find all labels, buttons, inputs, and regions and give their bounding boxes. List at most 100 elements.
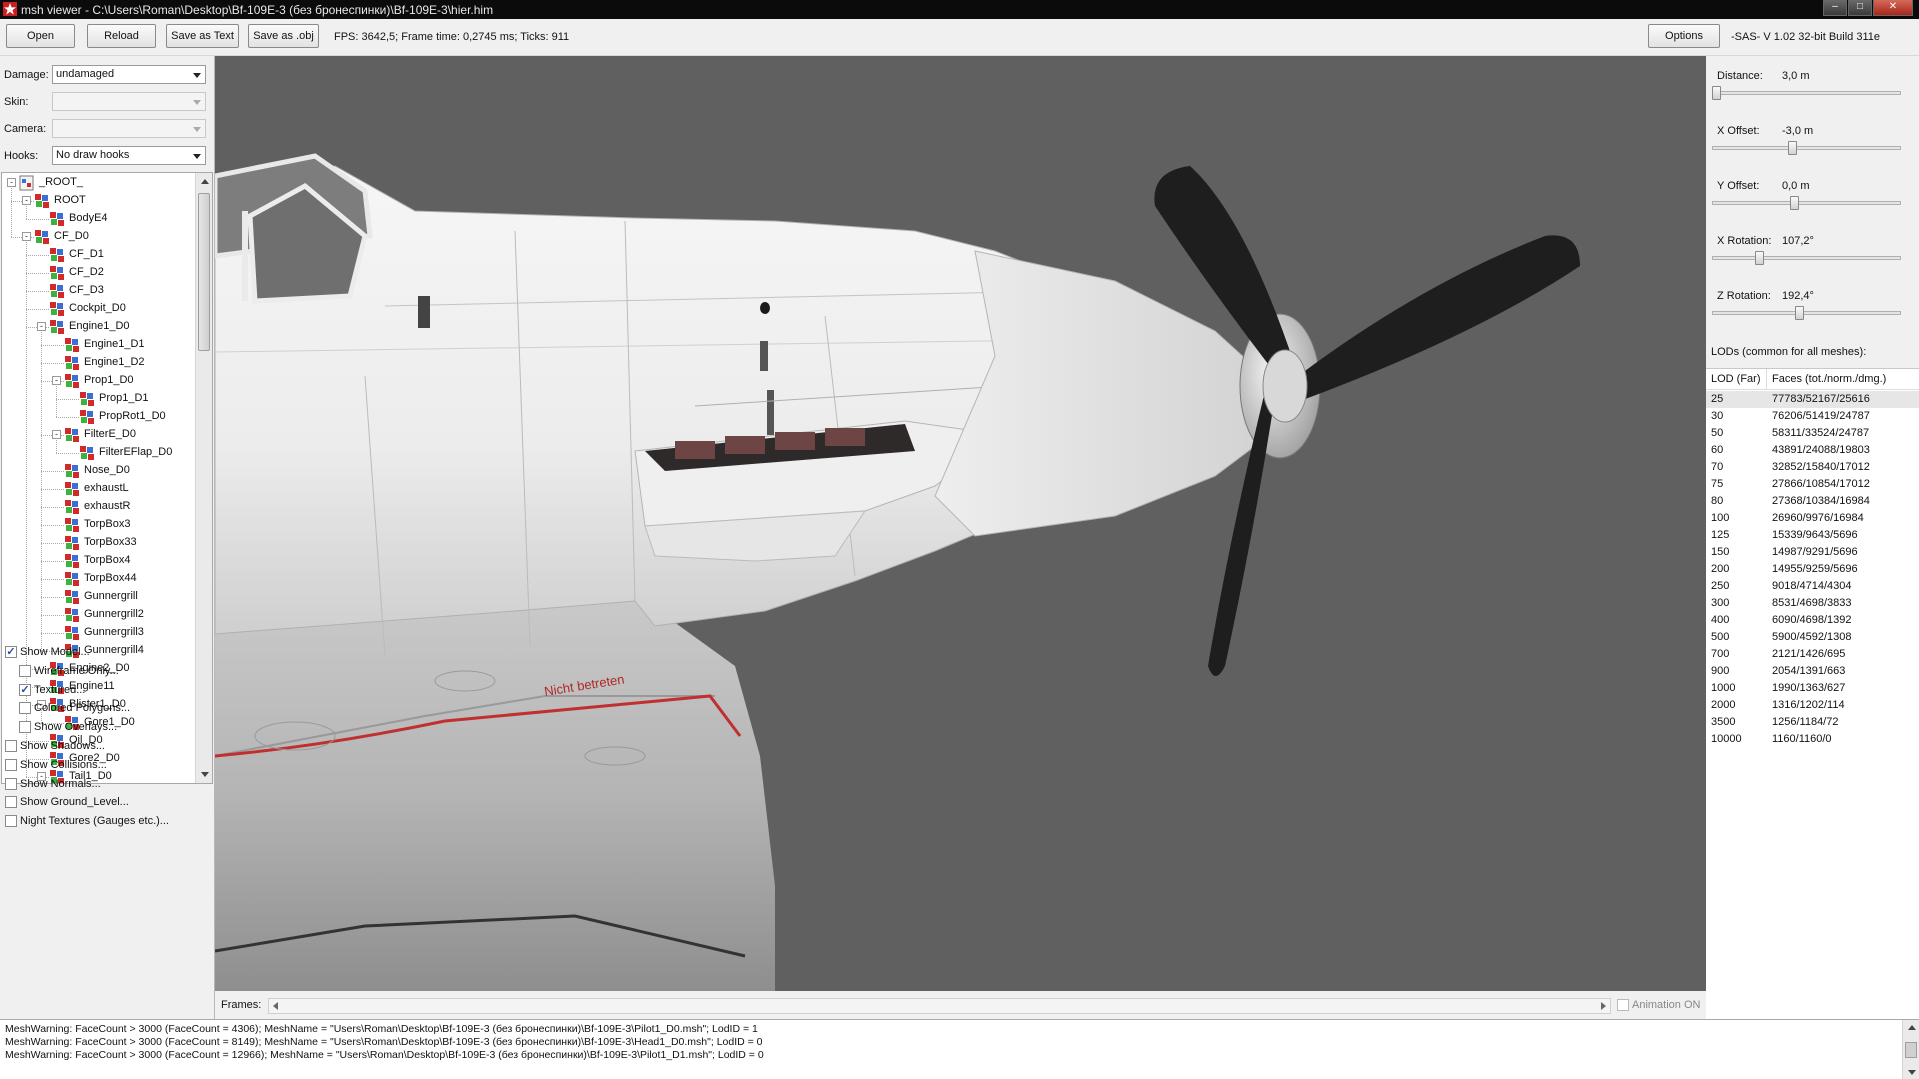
lod-row[interactable]: 700 2121/1426/695 [1706,646,1919,663]
scroll-up-icon[interactable] [201,179,209,184]
scroll-down-icon[interactable] [1908,1070,1916,1075]
lod-row[interactable]: 60 43891/24088/19803 [1706,442,1919,459]
lod-row[interactable]: 500 5900/4592/1308 [1706,629,1919,646]
hooks-label: Hooks: [4,150,39,162]
camera-select[interactable] [52,119,206,138]
slider-track[interactable] [1712,256,1901,260]
lod-row[interactable]: 250 9018/4714/4304 [1706,578,1919,595]
log-scrollbar[interactable] [1902,1020,1919,1079]
chevron-left-icon[interactable] [273,1002,278,1010]
minimize-button[interactable]: – [1823,0,1847,16]
slider[interactable] [1712,251,1903,265]
slider-handle[interactable] [1788,141,1797,155]
title-bar: msh viewer - C:\Users\Roman\Desktop\Bf-1… [0,0,1919,19]
slider-track[interactable] [1712,311,1901,315]
save-as-obj-button[interactable]: Save as .obj [248,24,319,48]
scroll-up-icon[interactable] [1908,1025,1916,1030]
lod-row[interactable]: 80 27368/10384/16984 [1706,493,1919,510]
animation-checkbox[interactable] [1617,999,1629,1011]
save-as-text-button[interactable]: Save as Text [166,24,239,48]
faces-value: 58311/33524/24787 [1772,427,1870,439]
slider[interactable] [1712,196,1903,210]
3d-viewport[interactable]: Nicht betreten [215,56,1706,991]
lod-value: 1000 [1711,682,1736,694]
option-checkbox[interactable] [19,664,31,677]
tree-collapse-icon[interactable]: - [37,322,46,331]
lod-row[interactable]: 2000 1316/1202/114 [1706,697,1919,714]
option-label: Show Normals... [20,777,101,790]
scroll-thumb[interactable] [1905,1042,1917,1058]
maximize-button[interactable]: □ [1848,0,1872,16]
log-line: MeshWarning: FaceCount > 3000 (FaceCount… [5,1036,763,1048]
slider-handle[interactable] [1755,251,1764,265]
lod-value: 30 [1711,410,1724,422]
lod-row[interactable]: 75 27866/10854/17012 [1706,476,1919,493]
frames-bar: Frames: Animation ON [215,991,1706,1019]
tree-collapse-icon[interactable]: - [22,232,31,241]
lod-row[interactable]: 30 76206/51419/24787 [1706,408,1919,425]
chevron-down-icon [193,100,201,105]
lod-row[interactable]: 3500 1256/1184/72 [1706,714,1919,731]
frames-slider[interactable] [268,998,1611,1014]
hooks-select[interactable]: No draw hooks [52,146,206,165]
option-checkbox[interactable] [19,702,31,715]
slider-track[interactable] [1712,146,1901,150]
skin-select[interactable] [52,92,206,111]
slider-track[interactable] [1712,201,1901,205]
lod-row[interactable]: 70 32852/15840/17012 [1706,459,1919,476]
slider-handle[interactable] [1790,196,1799,210]
slider[interactable] [1712,306,1903,320]
option-checkbox[interactable] [5,740,17,752]
lod-row[interactable]: 400 6090/4698/1392 [1706,612,1919,629]
option-checkbox[interactable] [5,815,17,828]
lod-row[interactable]: 150 14987/9291/5696 [1706,544,1919,561]
open-button[interactable]: Open [6,24,75,48]
chevron-down-icon [193,154,201,159]
tree-collapse-icon[interactable]: - [22,196,31,205]
lod-row[interactable]: 1000 1990/1363/627 [1706,680,1919,697]
lod-row[interactable]: 125 15339/9643/5696 [1706,527,1919,544]
faces-value: 76206/51419/24787 [1772,410,1870,422]
option-checkbox[interactable] [19,721,31,734]
lod-row[interactable]: 10000 1160/1160/0 [1706,731,1919,748]
slider-track[interactable] [1712,91,1901,95]
option-checkbox[interactable] [5,758,17,771]
lod-row[interactable]: 100 26960/9976/16984 [1706,510,1919,527]
lod-column-header[interactable]: LOD (Far) [1711,373,1761,385]
lod-row[interactable]: 300 8531/4698/3833 [1706,595,1919,612]
option-label: Show Collisions... [20,758,107,771]
lod-value: 70 [1711,461,1724,473]
option-checkbox[interactable] [5,796,17,809]
lod-row[interactable]: 50 58311/33524/24787 [1706,425,1919,442]
lod-list[interactable]: LOD (Far) Faces (tot./norm./dmg.) 25 7778… [1706,368,1919,1019]
options-button[interactable]: Options [1648,24,1720,48]
mesh-node-icon [49,265,65,281]
lod-row[interactable]: 900 2054/1391/663 [1706,663,1919,680]
tree-node-label: TorpBox44 [84,572,137,584]
scroll-down-icon[interactable] [201,772,209,777]
slider-handle[interactable] [1712,86,1721,100]
faces-column-header[interactable]: Faces (tot./norm./dmg.) [1772,373,1886,385]
slider-handle[interactable] [1795,306,1804,320]
chevron-right-icon[interactable] [1601,1002,1606,1010]
tree-node-label: exhaustR [84,500,131,512]
mesh-tree[interactable]: _ROOT_ - ROOT - BodyE4 CF_D0- CF_D1 CF_D2 CF_D3 C… [1,172,213,784]
damage-select[interactable]: undamaged [52,65,206,84]
lod-row[interactable]: 200 14955/9259/5696 [1706,561,1919,578]
scroll-thumb[interactable] [198,193,210,351]
log-output[interactable]: MeshWarning: FaceCount > 3000 (FaceCount… [0,1019,1919,1079]
option-checkbox[interactable]: ✓ [19,683,31,696]
reload-button[interactable]: Reload [87,24,156,48]
slider[interactable] [1712,141,1903,155]
tree-collapse-icon[interactable]: - [52,376,61,385]
tree-scrollbar[interactable] [195,173,212,783]
slider[interactable] [1712,86,1903,100]
close-button[interactable]: ✕ [1873,0,1913,16]
lod-row[interactable]: 25 77783/52167/25616 [1706,391,1919,408]
option-checkbox[interactable]: ✓ [5,646,17,658]
tree-node-label: Gunnergrill3 [84,626,144,638]
option-checkbox[interactable] [5,777,17,790]
tree-collapse-icon[interactable]: - [52,430,61,439]
tree-collapse-icon[interactable]: - [7,178,16,187]
slider-label: Y Offset: [1717,180,1760,192]
